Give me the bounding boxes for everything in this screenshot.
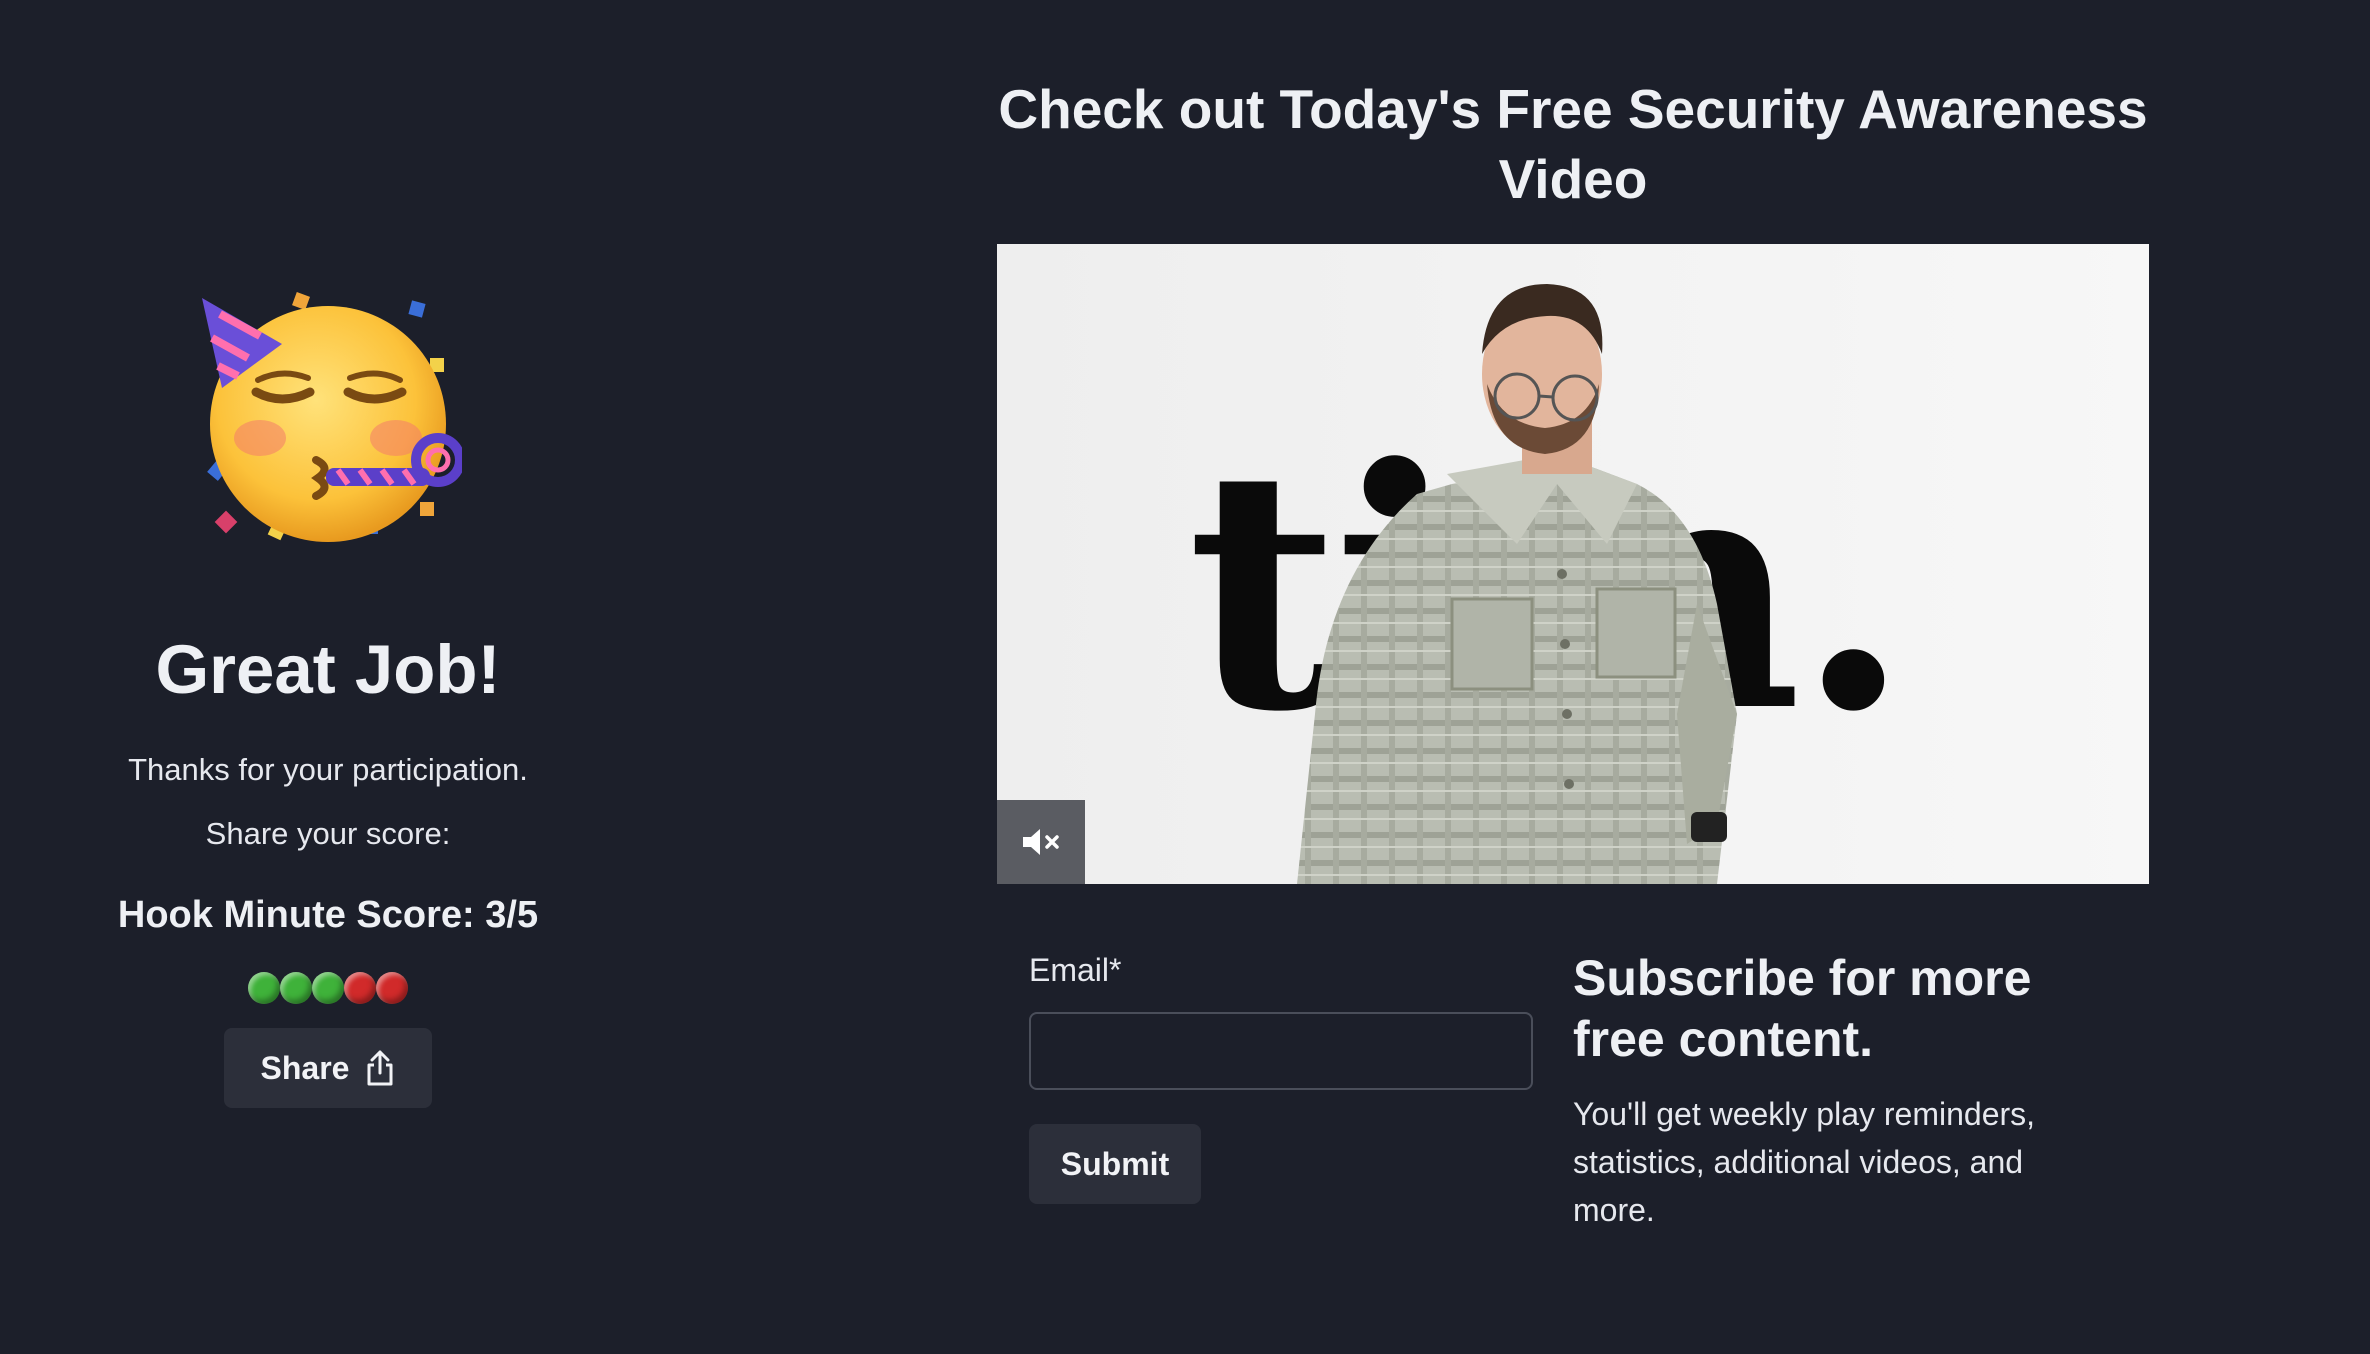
score-dots <box>248 972 408 1004</box>
score-dot-wrong <box>344 972 376 1004</box>
share-button-label: Share <box>260 1049 350 1086</box>
result-panel: Great Job! Thanks for your participation… <box>0 0 656 1354</box>
subscribe-title: Subscribe for more free content. <box>1573 950 2032 1067</box>
great-job-heading: Great Job! <box>155 631 501 708</box>
video-title: Check out Today's Free Security Awarenes… <box>998 78 2148 210</box>
subscribe-description: You'll get weekly play reminders, statis… <box>1573 1096 2036 1228</box>
speaker-muted-icon <box>1023 829 1059 855</box>
score-text: Hook Minute Score: 3/5 <box>117 894 539 936</box>
partying-face-icon <box>202 292 462 542</box>
share-button[interactable]: Share <box>224 1028 432 1108</box>
email-label: Email* <box>1029 952 1122 988</box>
submit-button[interactable]: Submit <box>1029 1124 1201 1204</box>
score-dot-wrong <box>376 972 408 1004</box>
score-dot-correct <box>312 972 344 1004</box>
score-dot-correct <box>248 972 280 1004</box>
score-dot-correct <box>280 972 312 1004</box>
share-icon <box>367 1050 393 1086</box>
mute-button[interactable] <box>997 800 1085 884</box>
thanks-text: Thanks for your participation. <box>128 752 528 787</box>
video-player[interactable]: tim. <box>997 244 2149 884</box>
email-field[interactable] <box>1029 1012 1533 1090</box>
video-frame: tim. <box>997 244 2149 884</box>
share-prompt-text: Share your score: <box>205 816 451 851</box>
